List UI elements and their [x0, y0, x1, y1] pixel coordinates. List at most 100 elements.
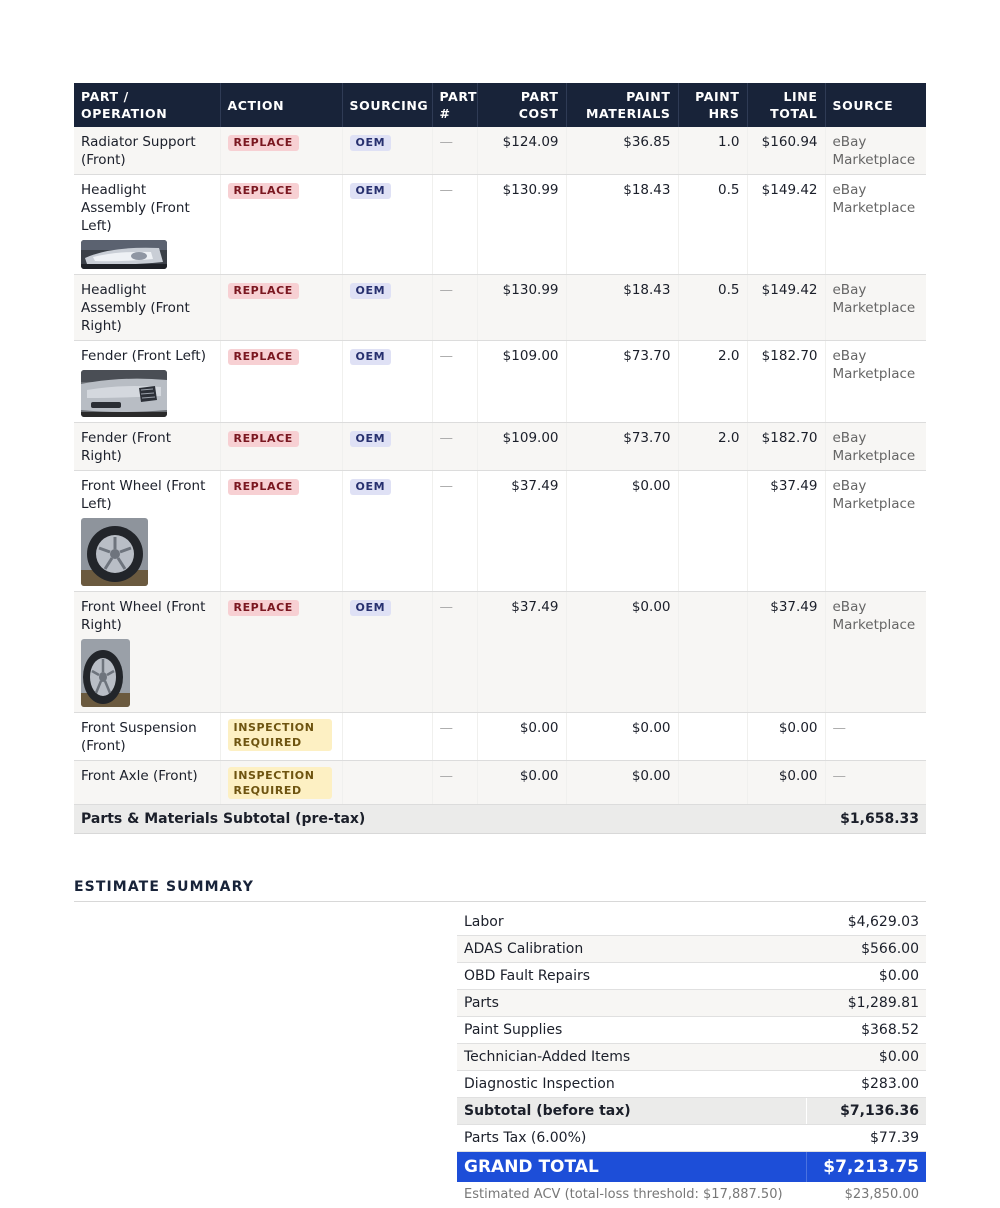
- oem-badge: OEM: [349, 183, 392, 199]
- summary-value: $4,629.03: [806, 909, 926, 936]
- part-name: Headlight Assembly (Front Right): [74, 274, 221, 341]
- col-header-part-cost: PART COST: [477, 83, 567, 127]
- source: —: [825, 760, 926, 805]
- action-cell: INSPECTION REQUIRED: [220, 712, 343, 761]
- summary-subtotal-row: Subtotal (before tax) $7,136.36: [457, 1097, 926, 1125]
- paint-materials: $36.85: [566, 127, 679, 175]
- source: eBay Marketplace: [825, 470, 926, 592]
- part-number: —: [432, 591, 478, 713]
- wheel-photo-image: [81, 639, 130, 707]
- replace-badge: REPLACE: [227, 135, 299, 151]
- sourcing-cell: OEM: [342, 274, 433, 341]
- summary-label: Paint Supplies: [457, 1016, 806, 1044]
- summary-label: ADAS Calibration: [457, 935, 806, 963]
- acv-value: $23,850.00: [844, 1187, 919, 1202]
- wheel-photo[interactable]: [81, 518, 148, 586]
- fender-photo[interactable]: [81, 370, 167, 417]
- line-total: $182.70: [747, 340, 826, 423]
- part-cost: $130.99: [477, 174, 567, 275]
- line-total: $149.42: [747, 174, 826, 275]
- summary-row-labor: Labor $4,629.03: [457, 909, 926, 936]
- line-total: $160.94: [747, 127, 826, 175]
- table-row: Radiator Support (Front) REPLACE OEM — $…: [74, 127, 926, 175]
- part-number: —: [432, 174, 478, 275]
- summary-label: Diagnostic Inspection: [457, 1070, 806, 1098]
- paint-hrs: 2.0: [678, 340, 748, 423]
- subtotal-value: $7,136.36: [805, 1097, 926, 1125]
- source: eBay Marketplace: [825, 174, 926, 275]
- part-cost: $37.49: [477, 591, 567, 713]
- part-name-cell: Front Wheel (Front Right): [74, 591, 221, 713]
- paint-hrs: 2.0: [678, 422, 748, 471]
- oem-badge: OEM: [349, 431, 392, 447]
- summary-value: $1,289.81: [806, 989, 926, 1017]
- summary-value: $368.52: [806, 1016, 926, 1044]
- part-cost: $130.99: [477, 274, 567, 341]
- source: eBay Marketplace: [825, 340, 926, 423]
- source: eBay Marketplace: [825, 591, 926, 713]
- fender-photo-image: [81, 370, 167, 417]
- oem-badge: OEM: [349, 479, 392, 495]
- summary-row-adas: ADAS Calibration $566.00: [457, 935, 926, 963]
- action-cell: REPLACE: [220, 127, 343, 175]
- col-header-paint-materials: PAINT MATERIALS: [566, 83, 679, 127]
- paint-materials: $0.00: [566, 712, 679, 761]
- table-row: Headlight Assembly (Front Left) REPLACE …: [74, 174, 926, 275]
- paint-materials: $73.70: [566, 340, 679, 423]
- col-header-action: ACTION: [220, 83, 343, 127]
- part-name: Front Axle (Front): [74, 760, 221, 805]
- subtotal-label: Subtotal (before tax): [457, 1097, 806, 1125]
- tax-label: Parts Tax (6.00%): [457, 1124, 806, 1152]
- sourcing-cell: OEM: [342, 470, 433, 592]
- table-header-row: PART / OPERATION ACTION SOURCING PART # …: [74, 83, 926, 127]
- sourcing: [342, 712, 433, 761]
- line-total: $37.49: [747, 591, 826, 713]
- part-name-cell: Fender (Front Left): [74, 340, 221, 423]
- summary-value: $283.00: [806, 1070, 926, 1098]
- source: —: [825, 712, 926, 761]
- table-row: Fender (Front Right) REPLACE OEM — $109.…: [74, 422, 926, 471]
- table-row: Front Wheel (Front Left) REPLACE OEM — $…: [74, 470, 926, 592]
- paint-hrs: [678, 470, 748, 592]
- paint-hrs: [678, 760, 748, 805]
- summary-label: Technician-Added Items: [457, 1043, 806, 1071]
- summary-row-obd: OBD Fault Repairs $0.00: [457, 962, 926, 990]
- paint-materials: $0.00: [566, 470, 679, 592]
- estimate-summary-table: Labor $4,629.03 ADAS Calibration $566.00…: [457, 909, 926, 1207]
- table-row: Headlight Assembly (Front Right) REPLACE…: [74, 274, 926, 341]
- wheel-photo[interactable]: [81, 639, 130, 707]
- action-cell: REPLACE: [220, 591, 343, 713]
- paint-materials: $0.00: [566, 760, 679, 805]
- part-cost: $124.09: [477, 127, 567, 175]
- parts-subtotal-row: Parts & Materials Subtotal (pre-tax) $1,…: [74, 804, 926, 834]
- paint-hrs: [678, 712, 748, 761]
- replace-badge: REPLACE: [227, 600, 299, 616]
- line-total: $0.00: [747, 760, 826, 805]
- source: eBay Marketplace: [825, 422, 926, 471]
- col-header-paint-hrs: PAINT HRS: [678, 83, 748, 127]
- line-total: $182.70: [747, 422, 826, 471]
- action-cell: REPLACE: [220, 340, 343, 423]
- action-cell: REPLACE: [220, 422, 343, 471]
- col-header-part: PART / OPERATION: [74, 83, 221, 127]
- source: eBay Marketplace: [825, 127, 926, 175]
- parts-subtotal-value: $1,658.33: [747, 804, 926, 834]
- part-number: —: [432, 127, 478, 175]
- table-row: Front Axle (Front) INSPECTION REQUIRED —…: [74, 760, 926, 805]
- oem-badge: OEM: [349, 135, 392, 151]
- summary-label: Labor: [457, 909, 806, 936]
- headlight-photo[interactable]: [81, 240, 167, 269]
- part-name: Front Suspension (Front): [74, 712, 221, 761]
- action-cell: REPLACE: [220, 274, 343, 341]
- oem-badge: OEM: [349, 349, 392, 365]
- paint-hrs: 1.0: [678, 127, 748, 175]
- replace-badge: REPLACE: [227, 479, 299, 495]
- tax-value: $77.39: [806, 1124, 926, 1152]
- part-number: —: [432, 470, 478, 592]
- oem-badge: OEM: [349, 283, 392, 299]
- replace-badge: REPLACE: [227, 349, 299, 365]
- oem-badge: OEM: [349, 600, 392, 616]
- grand-total-value: $7,213.75: [805, 1151, 926, 1182]
- paint-materials: $18.43: [566, 274, 679, 341]
- action-cell: REPLACE: [220, 470, 343, 592]
